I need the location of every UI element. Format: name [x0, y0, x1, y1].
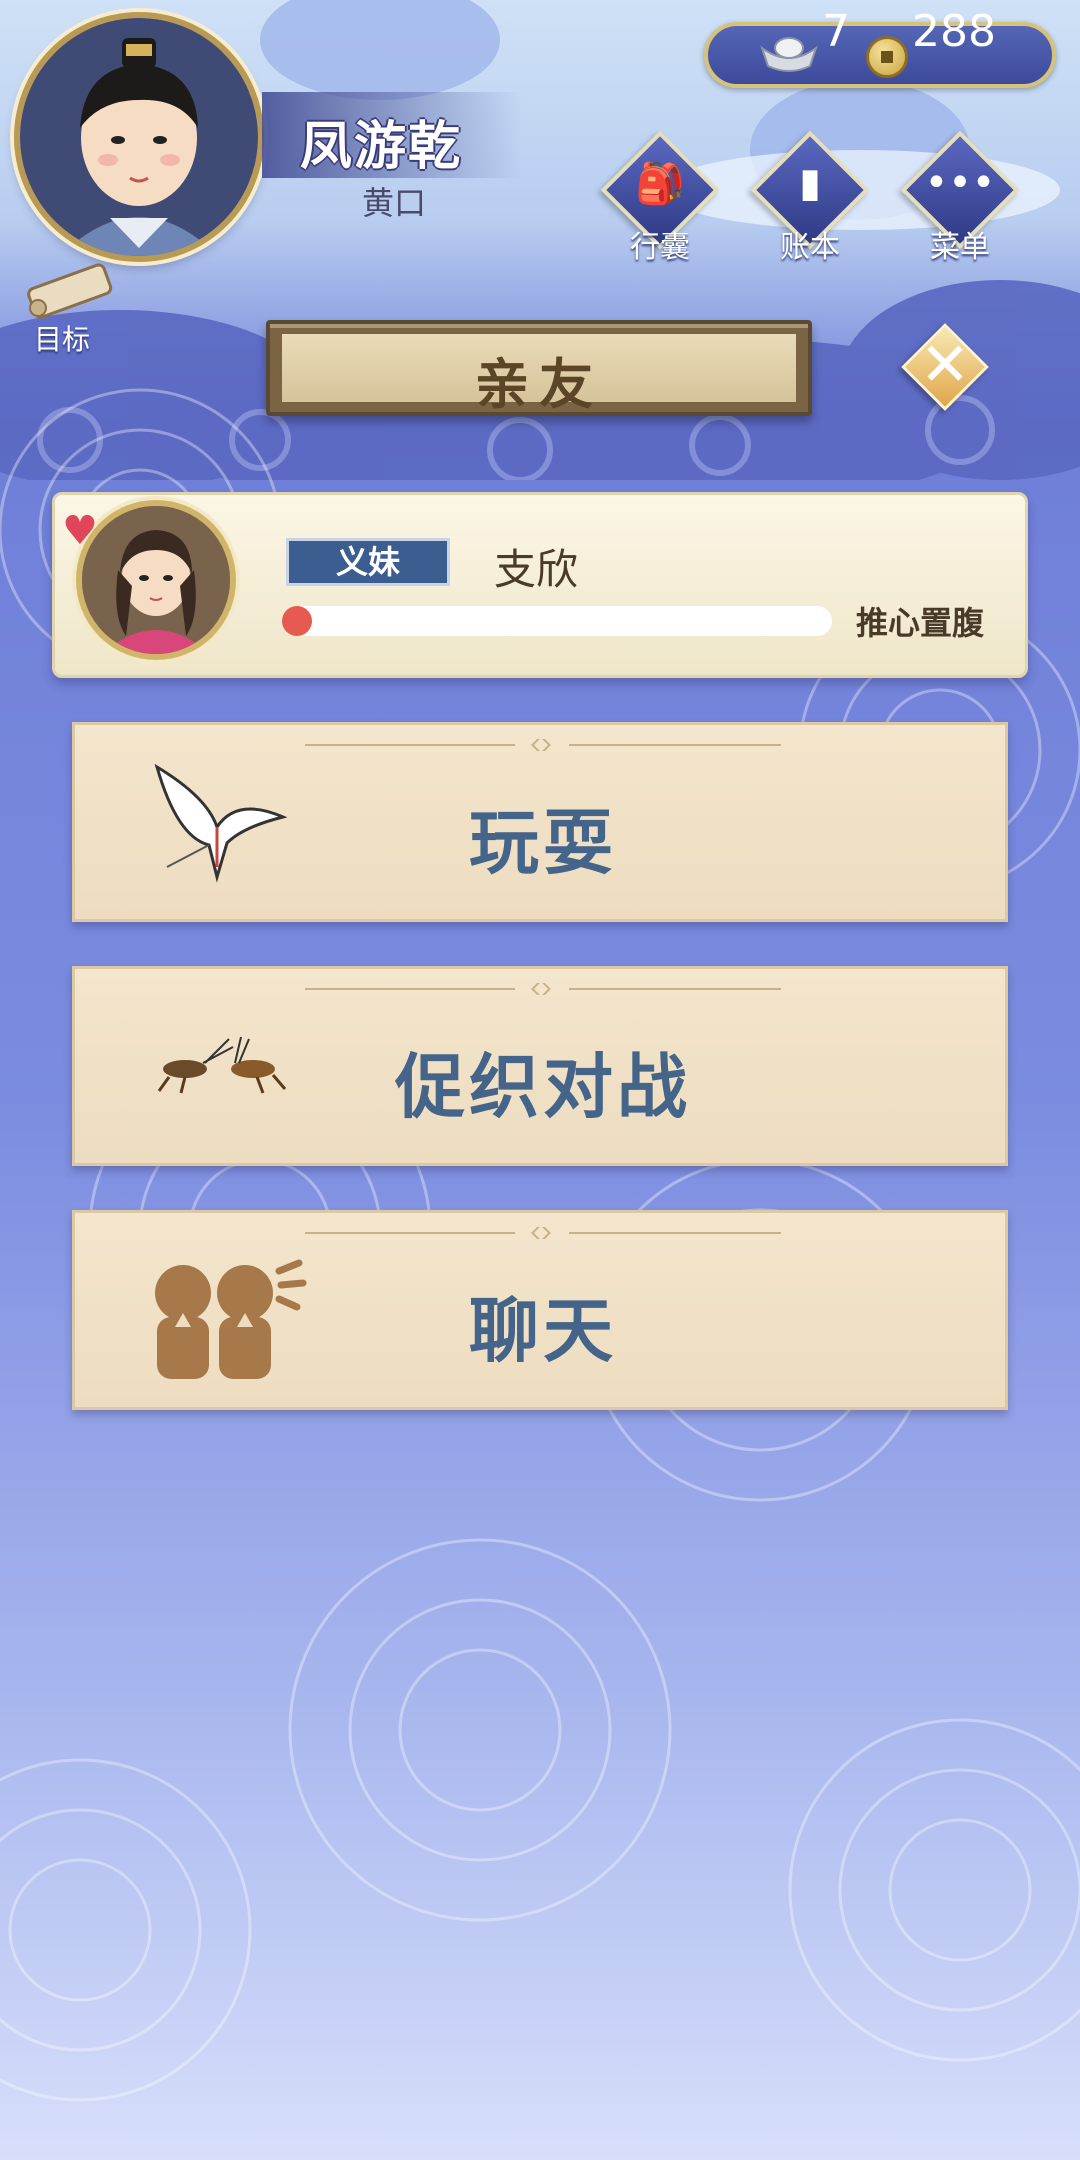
play-button[interactable]: 玩耍 [72, 722, 1008, 922]
scroll-icon[interactable] [20, 262, 128, 322]
menu-label: 菜单 [930, 230, 990, 265]
play-label: 玩耍 [469, 802, 617, 884]
bond-progress-fill [282, 606, 312, 636]
friend-name: 支欣 [494, 545, 579, 594]
ledger-icon: ▮ [798, 160, 821, 206]
bond-label: 推心置腹 [856, 604, 985, 642]
menu-button[interactable]: ••• 菜单 [900, 130, 1020, 265]
player-portrait-icon [20, 18, 258, 256]
bag-label: 行囊 [630, 230, 690, 265]
cricket-battle-button[interactable]: 促织对战 [72, 966, 1008, 1166]
ledger-button[interactable]: ▮ 账本 [750, 130, 870, 265]
silver-ingot-icon [760, 37, 818, 72]
banner-inner: 亲友 [282, 334, 796, 416]
silver-count: 7 [822, 6, 850, 57]
player-title: 黄口 [362, 184, 427, 222]
card-ornament [305, 983, 781, 995]
close-button[interactable]: ✕ [900, 322, 990, 412]
page-title: 亲友 [475, 353, 603, 416]
coin-count: 288 [912, 6, 996, 57]
player-name: 凤游乾 [300, 117, 463, 177]
card-ornament [305, 739, 781, 751]
page-title-banner: 亲友 [266, 320, 812, 416]
coin-icon [866, 36, 908, 78]
friend-portrait-icon [82, 506, 230, 654]
close-icon: ✕ [919, 330, 971, 400]
bond-progress-bar [282, 606, 832, 636]
goal-label[interactable]: 目标 [34, 318, 90, 358]
heart-icon: ♥ [62, 508, 98, 554]
chat-label: 聊天 [469, 1290, 617, 1372]
chat-button[interactable]: 聊天 [72, 1210, 1008, 1410]
more-icon: ••• [924, 160, 996, 206]
bag-button[interactable]: 🎒 行囊 [600, 130, 720, 265]
cricket-battle-label: 促织对战 [395, 1046, 691, 1128]
player-avatar[interactable] [14, 12, 264, 262]
bag-icon: 🎒 [635, 161, 685, 207]
friend-avatar[interactable] [76, 500, 236, 660]
relation-badge: 义妹 [286, 538, 450, 586]
card-ornament [305, 1227, 781, 1239]
ledger-label: 账本 [780, 230, 840, 265]
